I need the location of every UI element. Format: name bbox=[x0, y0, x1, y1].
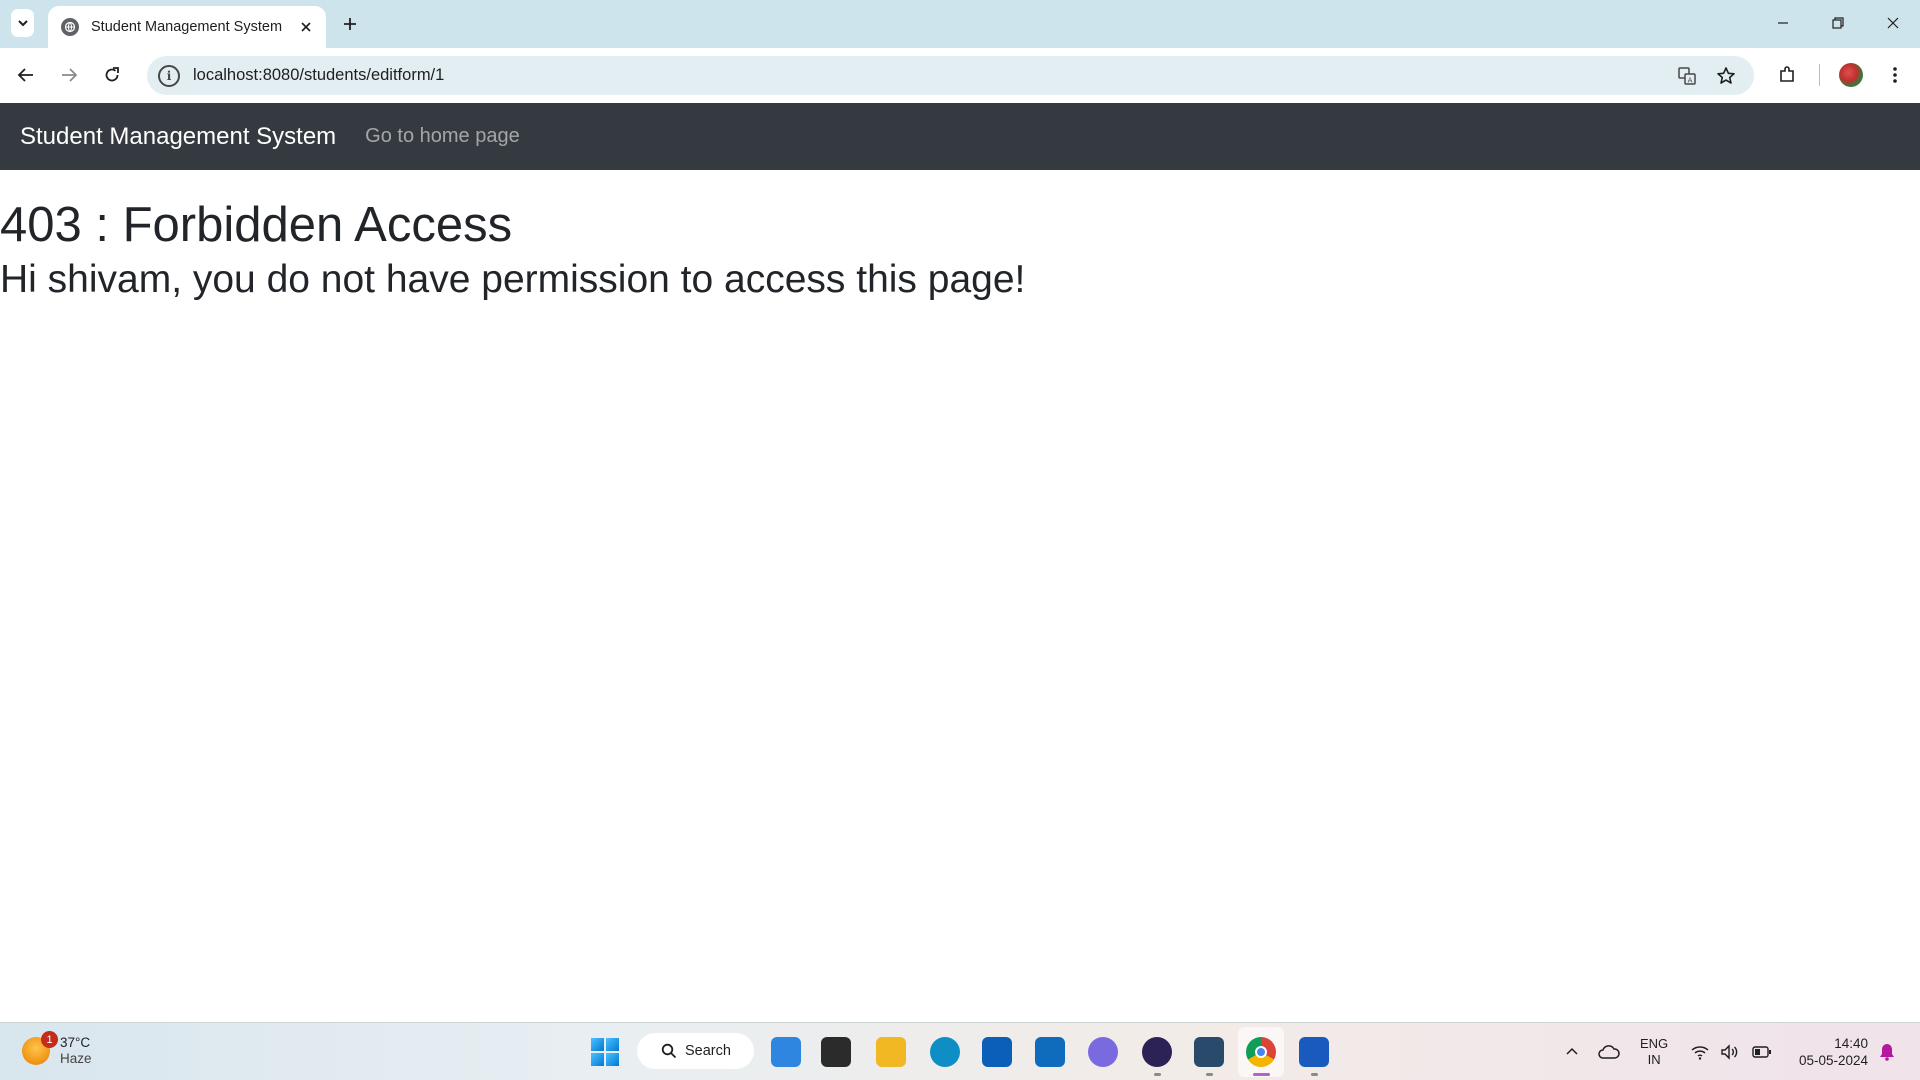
minimize-icon bbox=[1778, 22, 1788, 24]
back-button[interactable] bbox=[12, 61, 40, 89]
chevron-down-icon bbox=[17, 20, 28, 27]
tab-search-button[interactable] bbox=[11, 9, 34, 37]
notification-badge: 1 bbox=[41, 1031, 58, 1049]
extensions-icon[interactable] bbox=[1774, 62, 1800, 88]
search-label: Search bbox=[685, 1043, 731, 1059]
svg-text:A: A bbox=[1688, 77, 1693, 85]
error-heading: 403 : Forbidden Access bbox=[0, 198, 513, 252]
clock-time: 14:40 bbox=[1834, 1036, 1868, 1051]
reload-button[interactable] bbox=[98, 61, 126, 89]
restore-window-button[interactable] bbox=[1825, 10, 1851, 36]
forward-button[interactable] bbox=[55, 61, 83, 89]
language-code: ENG bbox=[1640, 1036, 1669, 1051]
browser-tab-strip: Student Management System bbox=[0, 0, 1920, 48]
plus-icon bbox=[344, 18, 356, 30]
region-code: IN bbox=[1647, 1052, 1661, 1068]
new-tab-button[interactable] bbox=[338, 12, 362, 36]
reload-icon bbox=[105, 67, 119, 82]
browser-tab-active[interactable]: Student Management System bbox=[48, 6, 326, 48]
home-page-link[interactable]: Go to home page bbox=[365, 125, 520, 148]
copilot-icon[interactable] bbox=[771, 1037, 801, 1067]
restore-icon bbox=[1832, 17, 1844, 29]
word-icon[interactable] bbox=[1299, 1037, 1329, 1067]
minimize-window-button[interactable] bbox=[1770, 10, 1796, 36]
wifi-icon[interactable] bbox=[1689, 1041, 1711, 1063]
close-icon bbox=[1887, 17, 1899, 29]
onedrive-cloud-icon[interactable] bbox=[1598, 1041, 1620, 1063]
input-language-indicator[interactable]: ENG IN bbox=[1640, 1036, 1668, 1069]
notification-bell-icon[interactable] bbox=[1876, 1041, 1898, 1063]
running-indicator bbox=[1253, 1073, 1270, 1076]
battery-icon[interactable] bbox=[1751, 1041, 1773, 1063]
arrow-left-icon bbox=[17, 68, 33, 82]
close-tab-icon[interactable] bbox=[296, 17, 316, 37]
tab-title: Student Management System bbox=[91, 19, 283, 35]
microsoft-store-icon[interactable] bbox=[982, 1037, 1012, 1067]
arrow-right-icon bbox=[62, 68, 78, 82]
toolbar-divider bbox=[1819, 64, 1820, 86]
weather-widget[interactable]: 1 37°C Haze bbox=[22, 1031, 92, 1067]
site-info-icon[interactable]: i bbox=[158, 64, 180, 87]
weather-condition: Haze bbox=[60, 1051, 92, 1067]
weather-haze-icon: 1 bbox=[22, 1031, 58, 1066]
chrome-icon[interactable] bbox=[1246, 1037, 1276, 1067]
running-indicator bbox=[1206, 1073, 1213, 1076]
eclipse-icon[interactable] bbox=[1142, 1037, 1172, 1067]
profile-avatar[interactable] bbox=[1839, 63, 1863, 87]
running-indicator bbox=[1311, 1073, 1318, 1076]
navbar-brand[interactable]: Student Management System bbox=[20, 123, 336, 151]
translate-icon[interactable]: A bbox=[1675, 64, 1699, 88]
search-icon bbox=[661, 1043, 677, 1059]
outlook-icon[interactable] bbox=[1035, 1037, 1065, 1067]
site-navbar: Student Management System Go to home pag… bbox=[0, 103, 1920, 170]
file-explorer-icon[interactable] bbox=[876, 1037, 906, 1067]
volume-icon[interactable] bbox=[1719, 1041, 1741, 1063]
url-text[interactable]: localhost:8080/students/editform/1 bbox=[193, 66, 444, 85]
taskbar-search[interactable]: Search bbox=[637, 1033, 754, 1069]
task-view-icon[interactable] bbox=[821, 1037, 851, 1067]
page-content: 403 : Forbidden Access Hi shivam, you do… bbox=[0, 196, 1920, 304]
error-message: Hi shivam, you do not have permission to… bbox=[0, 257, 1026, 301]
taskbar: 1 37°C Haze Search ENG IN 14:40 05-05-20… bbox=[0, 1022, 1920, 1080]
globe-icon bbox=[61, 18, 79, 36]
clock-date: 05-05-2024 bbox=[1798, 1052, 1868, 1068]
ms-copilot-app-icon[interactable] bbox=[1088, 1037, 1118, 1067]
more-options-icon[interactable] bbox=[1882, 62, 1908, 88]
system-clock[interactable]: 14:40 05-05-2024 bbox=[1786, 1036, 1868, 1070]
address-bar[interactable]: i localhost:8080/students/editform/1 A bbox=[147, 56, 1754, 95]
bookmark-star-icon[interactable] bbox=[1714, 64, 1738, 88]
weather-temperature: 37°C bbox=[60, 1035, 91, 1050]
mysql-workbench-icon[interactable] bbox=[1194, 1037, 1224, 1067]
browser-toolbar: i localhost:8080/students/editform/1 A bbox=[0, 48, 1920, 103]
windows-start-icon[interactable] bbox=[591, 1038, 619, 1066]
edge-icon[interactable] bbox=[930, 1037, 960, 1067]
running-indicator bbox=[1154, 1073, 1161, 1076]
chevron-up-icon[interactable] bbox=[1561, 1041, 1583, 1063]
close-window-button[interactable] bbox=[1880, 10, 1906, 36]
